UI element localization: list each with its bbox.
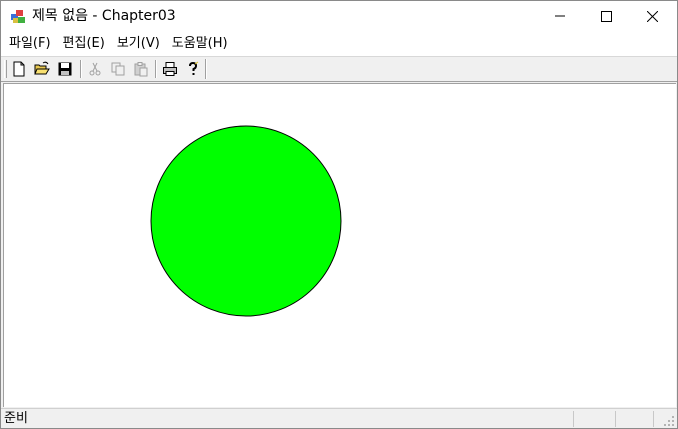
green-circle [150,125,342,317]
menu-view[interactable]: 보기(V) [111,33,166,55]
save-button[interactable] [56,60,74,78]
menu-bar: 파일(F) 편집(E) 보기(V) 도움말(H) [1,32,677,56]
status-bar: 준비 [1,408,677,428]
toolbar [1,57,677,82]
status-pane-scrl [653,411,654,427]
print-button[interactable] [161,60,179,78]
status-pane-num [615,411,616,427]
status-pane-cap [573,411,574,427]
copy-icon [111,62,125,76]
status-text: 준비 [4,411,28,426]
help-button[interactable] [184,60,202,78]
paste-button[interactable] [132,60,150,78]
open-folder-icon [34,61,50,75]
paste-icon [134,62,148,77]
copy-button[interactable] [109,60,127,78]
toolbar-separator [155,60,157,78]
close-button[interactable] [629,1,675,31]
print-icon [163,62,177,76]
toolbar-separator [80,60,82,78]
toolbar-grip[interactable] [4,60,7,78]
toolbar-end [205,59,207,79]
minimize-button[interactable] [537,1,583,31]
maximize-icon [600,10,612,22]
maximize-button[interactable] [583,1,629,31]
new-button[interactable] [10,60,28,78]
new-document-icon [13,61,25,77]
save-disk-icon [58,62,72,76]
app-window: 제목 없음 - Chapter03 파일(F) 편집(E) 보기(V) 도움말(… [0,0,678,429]
cut-scissors-icon [89,62,101,76]
resize-grip-icon[interactable] [663,415,675,427]
drawing-canvas [150,125,342,317]
open-button[interactable] [33,60,51,78]
title-bar[interactable]: 제목 없음 - Chapter03 [1,1,677,32]
close-icon [646,10,658,22]
help-question-icon [189,61,199,75]
menu-file[interactable]: 파일(F) [3,33,57,55]
minimize-icon [555,15,565,17]
window-title: 제목 없음 - Chapter03 [32,8,176,24]
app-icon [11,10,25,23]
document-view[interactable] [3,83,676,407]
cut-button[interactable] [86,60,104,78]
menu-edit[interactable]: 편집(E) [57,33,111,55]
menu-help[interactable]: 도움말(H) [166,33,234,55]
